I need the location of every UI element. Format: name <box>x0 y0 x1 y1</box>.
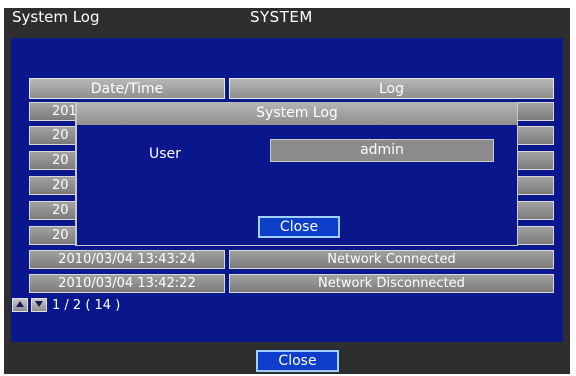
system-log-dialog: System Log User admin Close <box>75 102 518 246</box>
column-header-log[interactable]: Log <box>229 78 554 99</box>
triangle-down-icon <box>35 301 43 307</box>
user-label: User <box>149 146 181 162</box>
dialog-close-button[interactable]: Close <box>258 216 340 238</box>
page-down-button[interactable] <box>31 298 47 312</box>
table-row-datetime[interactable]: 2010/03/04 13:43:24 <box>29 250 225 269</box>
user-field[interactable]: admin <box>270 139 494 162</box>
page-up-button[interactable] <box>12 298 28 312</box>
table-row-log[interactable]: Network Disconnected <box>229 274 554 293</box>
table-row-log[interactable]: Network Connected <box>229 250 554 269</box>
dialog-title: System Log <box>77 102 517 125</box>
close-button[interactable]: Close <box>256 350 339 372</box>
section-title: SYSTEM <box>250 8 313 26</box>
window-title: System Log <box>12 8 100 26</box>
table-row-datetime[interactable]: 2010/03/04 13:42:22 <box>29 274 225 293</box>
page-indicator: 1 / 2 ( 14 ) <box>52 298 121 313</box>
column-header-datetime[interactable]: Date/Time <box>29 78 225 99</box>
triangle-up-icon <box>16 301 24 307</box>
